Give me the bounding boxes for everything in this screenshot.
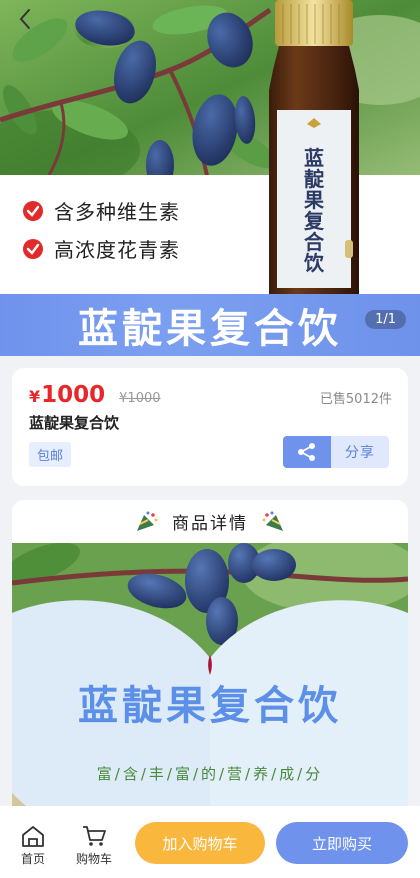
back-arrow-icon[interactable] [14,6,38,32]
party-popper-icon [137,511,158,531]
product-name: 蓝靛果复合饮 [29,414,120,432]
nav-home[interactable]: 首页 [20,824,46,867]
free-shipping-tag: 包邮 [29,442,72,467]
bottom-action-bar: 首页 购物车 加入购物车 立即购买 [0,806,420,878]
currency-symbol: ¥ [29,387,41,406]
share-button[interactable]: 分享 [283,436,389,468]
image-counter-badge: 1/1 [365,310,406,329]
feature-text: 含多种维生素 [54,200,180,224]
nav-home-label: 首页 [20,852,45,866]
nav-cart[interactable]: 购物车 [76,824,112,867]
hero-banner-title: 蓝靛果复合饮 [78,306,342,352]
check-circle-icon [23,238,43,259]
bottle-label-text: 蓝靛果复合饮 [304,146,324,275]
feature-bullet-anthocyanin: 高浓度花青素 [22,234,180,263]
details-title: 商品详情 [172,514,248,534]
original-price: ¥1000 [119,391,161,406]
home-icon [22,826,44,847]
buy-now-button[interactable]: 立即购买 [276,822,408,864]
add-to-cart-button[interactable]: 加入购物车 [135,822,265,864]
product-info-card: ¥1000 ¥1000 已售5012件 蓝靛果复合饮 包邮 分享 [12,368,408,486]
check-circle-icon [23,200,43,221]
poster-title: 蓝靛果复合饮 [78,683,342,729]
product-bottle-image: 蓝靛果复合饮 [263,0,365,294]
details-heading: 商品详情 [12,500,408,543]
share-icon [283,436,331,468]
feature-bullet-vitamins: 含多种维生素 [22,196,180,225]
poster-subtitle: 富/含/丰/富/的/营/养/成/分 [96,765,324,783]
party-popper-icon [262,511,283,531]
sold-count: 已售5012件 [319,392,392,407]
current-price: ¥1000 [29,382,105,408]
product-image-carousel[interactable]: 含多种维生素 高浓度花青素 蓝靛果复合饮 蓝靛果复合饮 1/1 [0,0,420,356]
nav-cart-label: 购物车 [76,852,113,866]
share-label: 分享 [331,436,389,468]
cart-icon [83,826,106,846]
feature-text: 高浓度花青素 [54,238,180,262]
details-poster-image: 蓝靛果复合饮 富/含/丰/富/的/营/养/成/分 [12,543,408,840]
hero-title-banner: 蓝靛果复合饮 [0,294,420,356]
price-value: 1000 [41,382,106,408]
price-row: ¥1000 ¥1000 [29,382,161,408]
product-details-section: 商品详情 蓝靛果复合饮 富/含/丰/富/的/营/养/成/分 [12,500,408,840]
